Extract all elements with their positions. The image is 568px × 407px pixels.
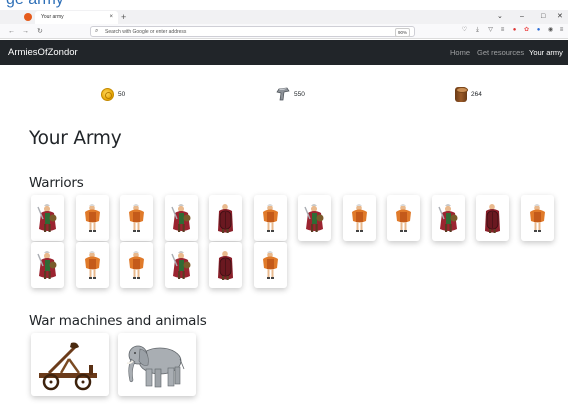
url-input[interactable]: ⌕ Search with Google or enter address 90… [90,26,415,37]
nav-home-link[interactable]: Home [450,40,470,65]
archer-icon [396,204,411,232]
elephant-card[interactable] [118,333,196,396]
shieldbearer-icon [485,204,500,233]
close-window-button[interactable]: ✕ [557,11,563,23]
maximize-button[interactable]: □ [541,11,545,23]
firefox-icon [24,13,32,21]
resource-wood: 264 [455,86,482,102]
archer-icon [351,204,367,232]
brand-link[interactable]: ArmiesOfZondor [8,40,78,65]
archer-icon [129,204,144,232]
swordsman-icon [37,204,57,232]
list-icon[interactable]: ≡ [499,27,506,34]
warrior-card[interactable] [75,242,109,288]
wood-log-icon [455,86,468,102]
menu-icon[interactable]: ≡ [558,27,565,34]
partial-heading-strip: ge army [0,0,568,10]
warrior-card[interactable] [164,242,198,288]
archer-icon [262,251,278,279]
filter-icon[interactable]: ▽ [487,27,494,34]
warrior-card[interactable] [476,195,509,241]
warrior-card[interactable] [342,195,376,241]
swordsman-icon [304,204,324,232]
warriors-heading: Warriors [29,175,84,191]
account-icon[interactable]: ◉ [547,27,554,34]
nav-your-army-link[interactable]: Your army [529,40,563,65]
extension-blue-icon[interactable]: ● [535,27,542,34]
new-tab-button[interactable]: + [121,11,126,23]
archer-icon [84,204,100,232]
catapult-card[interactable] [31,333,109,396]
forward-arrow-icon[interactable]: → [22,26,29,37]
tab-close-icon[interactable]: × [109,11,113,24]
search-icon: ⌕ [95,28,99,34]
browser-tab-bar: Your army × + ⌄ – □ ✕ [0,10,568,24]
swordsman-icon [437,204,457,232]
warrior-card[interactable] [253,242,287,288]
iron-ingot-icon [276,87,290,101]
warrior-card[interactable] [31,242,64,288]
reload-icon[interactable]: ↻ [37,26,43,37]
resource-gold: 50 [101,86,125,102]
swordsman-icon [170,251,190,279]
warrior-card[interactable] [31,195,64,241]
back-arrow-icon[interactable]: ← [8,26,15,37]
browser-tab-title: Your army [41,14,64,20]
elephant-icon [126,345,185,388]
minimize-button[interactable]: – [520,11,524,23]
shieldbearer-icon [218,204,233,233]
warrior-card[interactable] [209,242,242,288]
warrior-card[interactable] [253,195,287,241]
wood-amount: 264 [471,90,482,98]
warrior-card[interactable] [120,242,153,288]
archer-icon [84,251,100,279]
catapult-icon [39,342,97,391]
browser-tab[interactable]: Your army × [35,11,118,24]
warrior-card[interactable] [120,195,153,241]
archer-icon [529,204,545,232]
warrior-card[interactable] [209,195,242,241]
warrior-card[interactable] [75,195,109,241]
archer-icon [129,251,144,279]
gold-amount: 50 [118,90,126,98]
archer-icon [262,204,278,232]
warrior-card[interactable] [164,195,198,241]
nav-get-resources-link[interactable]: Get resources [477,40,524,65]
shieldbearer-icon [218,251,233,280]
extension-red-icon[interactable]: ● [511,27,518,34]
warrior-card[interactable] [298,195,331,241]
gold-coin-icon [101,87,114,101]
swordsman-icon [170,204,190,232]
zoom-badge[interactable]: 90% [394,28,410,37]
swordsman-icon [37,251,57,279]
resource-iron: 550 [276,86,305,102]
app-navbar: ArmiesOfZondor Home Get resources Your a… [0,40,568,65]
warrior-card[interactable] [387,195,420,241]
pocket-icon[interactable]: ♡ [461,27,468,34]
download-icon[interactable]: ⤓ [474,27,481,34]
tab-list-icon[interactable]: ⌄ [497,11,503,23]
extension-icon[interactable]: ✿ [523,27,530,34]
warrior-card[interactable] [431,195,465,241]
iron-amount: 550 [294,90,305,98]
warrior-card[interactable] [520,195,554,241]
browser-address-bar: ← → ↻ ⌕ Search with Google or enter addr… [0,24,568,39]
page-title: Your Army [29,128,122,149]
war-machines-heading: War machines and animals [29,313,207,329]
url-text: Search with Google or enter address [105,29,187,35]
